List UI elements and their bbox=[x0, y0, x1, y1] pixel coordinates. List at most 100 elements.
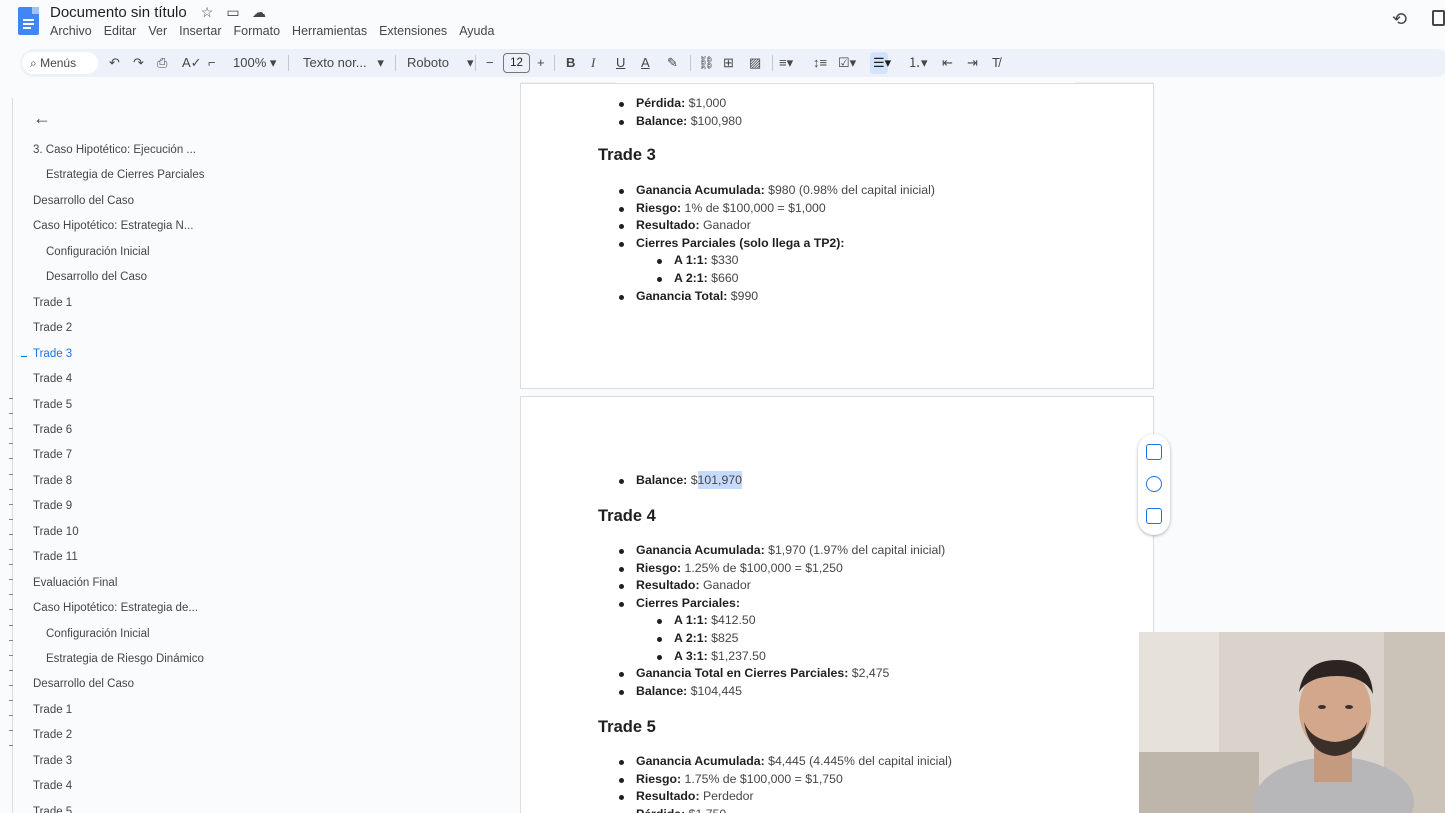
outline-item[interactable]: Trade 8 bbox=[33, 475, 72, 487]
sub-list-item: A 2:1: $825 bbox=[657, 631, 739, 645]
list-item-label: Ganancia Acumulada: bbox=[636, 543, 765, 557]
italic-icon[interactable]: I bbox=[591, 49, 595, 77]
app-header: Documento sin título ☆ ▭ ☁ Archivo Editar… bbox=[0, 0, 1445, 46]
list-item-label: Riesgo: bbox=[636, 560, 682, 575]
decrease-font-size-icon[interactable]: − bbox=[486, 49, 494, 77]
text-color-icon[interactable]: A bbox=[641, 49, 650, 77]
document-page-2[interactable]: Balance: $101,970 Trade 4 Ganancia Acumula… bbox=[520, 396, 1154, 813]
paint-format-icon[interactable]: ⌐ bbox=[208, 49, 216, 77]
menu-ayuda[interactable]: Ayuda bbox=[459, 24, 500, 38]
search-icon: ⌕ bbox=[30, 56, 37, 70]
outline-item[interactable]: Caso Hipotético: Estrategia N... bbox=[33, 220, 193, 232]
bold-icon[interactable]: B bbox=[566, 49, 575, 77]
menu-archivo[interactable]: Archivo bbox=[50, 24, 98, 38]
outline-item[interactable]: Configuración Inicial bbox=[46, 628, 150, 640]
outline-item[interactable]: Trade 5 bbox=[33, 399, 72, 411]
outline-item[interactable]: Trade 11 bbox=[33, 551, 78, 563]
decrease-indent-icon[interactable]: ⇤ bbox=[942, 49, 953, 77]
docs-logo-icon[interactable] bbox=[18, 7, 39, 35]
align-icon[interactable]: ≡▾ bbox=[779, 49, 793, 77]
font-size-input[interactable]: 12 bbox=[503, 53, 530, 73]
list-item-label: Ganancia Total en Cierres Parciales: bbox=[636, 666, 849, 681]
font-select[interactable]: Roboto ▾ bbox=[407, 49, 474, 77]
menu-herramientas[interactable]: Herramientas bbox=[292, 24, 373, 38]
print-icon[interactable]: ⎙ bbox=[157, 49, 167, 77]
comments-panel-icon[interactable] bbox=[1432, 10, 1445, 26]
suggest-edit-icon[interactable] bbox=[1146, 508, 1162, 524]
list-item-label: Balance: bbox=[636, 473, 688, 487]
outline-item[interactable]: Estrategia de Cierres Parciales bbox=[46, 169, 205, 181]
sub-list-item: A 2:1: $660 bbox=[657, 271, 739, 285]
toolbar-divider bbox=[554, 55, 555, 71]
cloud-saved-icon[interactable]: ☁ bbox=[250, 4, 268, 21]
list-item-value: $1,970 (1.97% del capital inicial) bbox=[768, 543, 946, 557]
heading-trade-3: Trade 3 bbox=[598, 146, 656, 164]
outline-item[interactable]: Trade 4 bbox=[33, 373, 72, 385]
outline-item[interactable]: Trade 10 bbox=[33, 526, 79, 538]
style-select[interactable]: Texto nor... ▾ bbox=[303, 49, 384, 77]
checklist-icon[interactable]: ☑▾ bbox=[838, 49, 856, 77]
increase-font-size-icon[interactable]: + bbox=[537, 49, 545, 77]
clear-formatting-icon[interactable]: T̸ bbox=[992, 49, 1000, 77]
list-item: Ganancia Acumulada: $1,970 (1.97% del ca… bbox=[618, 543, 946, 557]
star-icon[interactable]: ☆ bbox=[198, 4, 216, 21]
list-item: Pérdida: $1,000 bbox=[618, 96, 726, 110]
spellcheck-icon[interactable]: A✓ bbox=[182, 49, 202, 77]
outline-item[interactable]: Trade 6 bbox=[33, 424, 72, 436]
underline-icon[interactable]: U bbox=[616, 49, 625, 77]
selected-text[interactable]: 101,970 bbox=[697, 471, 742, 489]
outline-item[interactable]: Trade 2 bbox=[33, 729, 72, 741]
outline-item[interactable]: Trade 1 bbox=[33, 297, 72, 309]
outline-item[interactable]: Caso Hipotético: Estrategia de... bbox=[33, 602, 198, 614]
bulleted-list-icon[interactable]: ☰▾ bbox=[873, 49, 891, 77]
outline-item[interactable]: Trade 3 bbox=[33, 348, 72, 360]
menu-ver[interactable]: Ver bbox=[148, 24, 173, 38]
outline-item[interactable]: Trade 3 bbox=[33, 755, 72, 767]
zoom-select[interactable]: 100% ▾ bbox=[233, 49, 276, 77]
side-actions-bar bbox=[1138, 434, 1170, 535]
outline-item[interactable]: 3. Caso Hipotético: Ejecución ... bbox=[33, 144, 196, 156]
list-item: Cierres Parciales: bbox=[619, 596, 740, 610]
sub-list-item: A 1:1: $412.50 bbox=[657, 613, 756, 627]
line-spacing-icon[interactable]: ↕≡ bbox=[813, 49, 827, 77]
document-outline-panel: ← 3. Caso Hipotético: Ejecución ... Estra… bbox=[14, 98, 519, 813]
outline-item[interactable]: Trade 4 bbox=[33, 780, 72, 792]
outline-item[interactable]: Desarrollo del Caso bbox=[33, 678, 134, 690]
emoji-reaction-icon[interactable] bbox=[1146, 476, 1162, 492]
outline-item[interactable]: Desarrollo del Caso bbox=[33, 195, 134, 207]
history-icon[interactable]: ⟲ bbox=[1392, 9, 1407, 30]
menu-extensiones[interactable]: Extensiones bbox=[379, 24, 453, 38]
outline-item[interactable]: Evaluación Final bbox=[33, 577, 117, 589]
menu-insertar[interactable]: Insertar bbox=[179, 24, 227, 38]
outline-item[interactable]: Trade 9 bbox=[33, 500, 72, 512]
outline-item[interactable]: Trade 1 bbox=[33, 704, 72, 716]
document-page-1[interactable]: Pérdida: $1,000 Balance: $100,980 Trade 3G… bbox=[520, 83, 1154, 389]
ruler-tick bbox=[9, 624, 13, 626]
folder-move-icon[interactable]: ▭ bbox=[224, 4, 242, 21]
add-comment-icon[interactable] bbox=[1146, 444, 1162, 460]
close-outline-arrow-icon[interactable]: ← bbox=[33, 108, 51, 129]
increase-indent-icon[interactable]: ⇥ bbox=[967, 49, 978, 77]
outline-item[interactable]: Trade 5 bbox=[33, 806, 72, 813]
redo-icon[interactable]: ↷ bbox=[133, 49, 144, 77]
add-comment-toolbar-icon[interactable]: ⊞ bbox=[723, 49, 734, 77]
document-title[interactable]: Documento sin título bbox=[50, 4, 187, 21]
outline-item[interactable]: Estrategia de Riesgo Dinámico bbox=[46, 653, 204, 665]
insert-image-icon[interactable]: ▨ bbox=[749, 49, 761, 77]
highlight-color-icon[interactable]: ✎ bbox=[667, 49, 678, 77]
outline-item[interactable]: Trade 7 bbox=[33, 449, 72, 461]
outline-item[interactable]: Trade 2 bbox=[33, 322, 72, 334]
list-item-label: Resultado: bbox=[636, 578, 700, 593]
sub-list-item: A 1:1: $330 bbox=[657, 253, 739, 268]
undo-icon[interactable]: ↶ bbox=[109, 49, 120, 77]
menu-formato[interactable]: Formato bbox=[234, 24, 287, 38]
outline-item[interactable]: Desarrollo del Caso bbox=[46, 271, 147, 283]
search-menus-input[interactable]: ⌕ Menús bbox=[22, 52, 98, 74]
list-item: Resultado: Ganador bbox=[619, 578, 751, 593]
insert-link-icon[interactable]: ⛓ bbox=[698, 49, 715, 77]
list-item-value: $330 bbox=[711, 253, 739, 268]
outline-item[interactable]: Configuración Inicial bbox=[46, 246, 150, 258]
menu-editar[interactable]: Editar bbox=[104, 24, 143, 38]
numbered-list-icon[interactable]: ⒈▾ bbox=[908, 49, 928, 77]
sub-list-item: A 3:1: $1,237.50 bbox=[657, 649, 766, 663]
